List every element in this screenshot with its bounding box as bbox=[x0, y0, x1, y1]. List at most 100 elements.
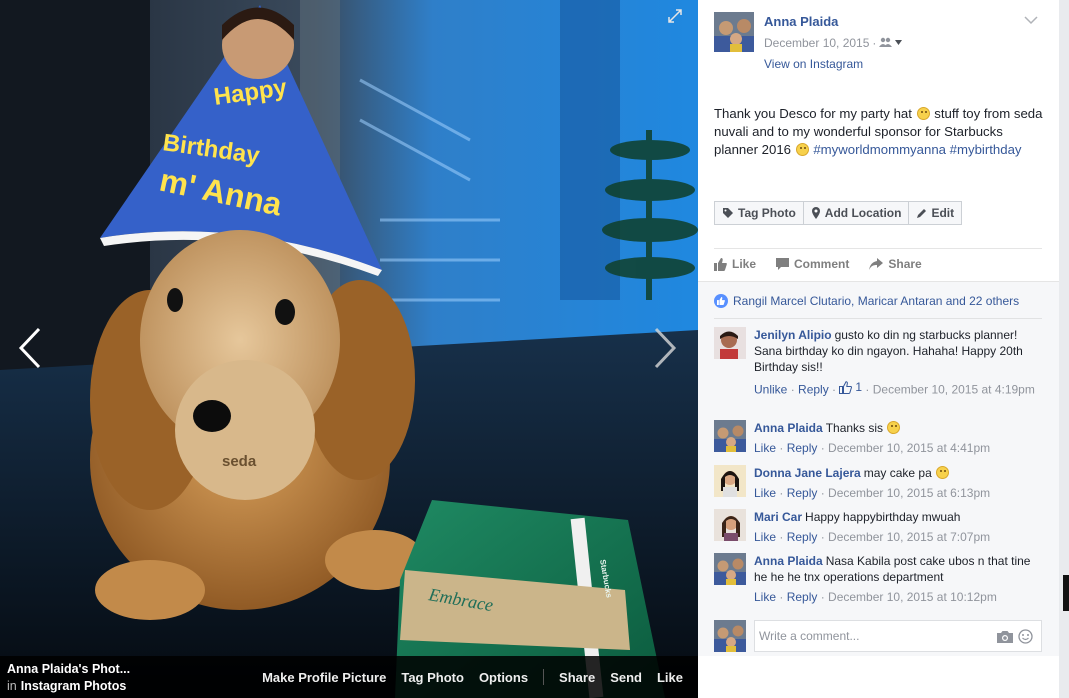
emoji-picker-icon[interactable] bbox=[1018, 629, 1033, 647]
likes-summary[interactable]: Rangil Marcel Clutario, Maricar Antaran … bbox=[714, 294, 1019, 308]
photo-action-bar: Anna Plaida's Phot... in Instagram Photos… bbox=[0, 656, 698, 698]
add-location-button[interactable]: Add Location bbox=[803, 201, 910, 225]
album-owner-title[interactable]: Anna Plaida's Phot... bbox=[7, 661, 130, 677]
comment-label: Comment bbox=[794, 257, 850, 271]
reply-link[interactable]: Reply bbox=[787, 441, 818, 455]
tag-photo-post-button[interactable]: Tag Photo bbox=[714, 201, 804, 225]
comment-meta: Like · Reply · December 10, 2015 at 10:1… bbox=[754, 590, 997, 604]
camera-icon[interactable] bbox=[997, 630, 1013, 646]
caption-part-1: Thank you Desco for my party hat bbox=[714, 106, 916, 121]
comment-time[interactable]: December 10, 2015 at 4:41pm bbox=[828, 441, 990, 455]
next-photo-arrow[interactable] bbox=[650, 325, 680, 371]
commenter-name[interactable]: Donna Jane Lajera bbox=[754, 466, 861, 480]
edit-post-button[interactable]: Edit bbox=[909, 201, 963, 225]
comment-meta: Like · Reply · December 10, 2015 at 7:07… bbox=[754, 530, 991, 544]
current-user-avatar bbox=[714, 620, 746, 652]
hashtag-link[interactable]: #mybirthday bbox=[950, 142, 1022, 157]
reply-link[interactable]: Reply bbox=[787, 486, 818, 500]
photo-viewer: Happy Birthday m' Anna seda Embrace Star… bbox=[0, 0, 698, 698]
comment-time[interactable]: December 10, 2015 at 4:19pm bbox=[873, 383, 1035, 397]
add-location-label: Add Location bbox=[824, 206, 902, 220]
author-avatar[interactable] bbox=[714, 12, 754, 52]
share-post-button[interactable]: Share bbox=[869, 257, 922, 271]
commenter-avatar[interactable] bbox=[714, 553, 746, 585]
comment-time[interactable]: December 10, 2015 at 6:13pm bbox=[828, 486, 990, 500]
commenter-avatar[interactable] bbox=[714, 509, 746, 541]
comment-body: Donna Jane Lajera may cake pa Like · Repl… bbox=[754, 465, 1040, 501]
commenter-avatar[interactable] bbox=[714, 420, 746, 452]
comment-body: Anna Plaida Thanks sis Like · Reply · Dec… bbox=[754, 420, 1040, 456]
like-comment-link[interactable]: Like bbox=[754, 486, 776, 500]
photo-actions: Make Profile Picture Tag Photo Options S… bbox=[247, 669, 683, 685]
share-label: Share bbox=[888, 257, 922, 271]
friends-privacy-icon[interactable] bbox=[879, 36, 903, 50]
fullscreen-icon[interactable] bbox=[668, 9, 684, 25]
comments-section: Rangil Marcel Clutario, Maricar Antaran … bbox=[698, 281, 1059, 656]
comment-meta: Like · Reply · December 10, 2015 at 6:13… bbox=[754, 486, 991, 500]
comment-composer bbox=[754, 620, 1042, 652]
divider bbox=[714, 248, 1042, 249]
comment-body: Anna Plaida Nasa Kabila post cake ubos n … bbox=[754, 553, 1040, 605]
bag-logo: seda bbox=[222, 453, 257, 470]
make-profile-picture-button[interactable]: Make Profile Picture bbox=[262, 670, 386, 685]
reply-link[interactable]: Reply bbox=[787, 530, 818, 544]
location-pin-icon bbox=[811, 207, 820, 219]
comment-time[interactable]: December 10, 2015 at 7:07pm bbox=[828, 530, 990, 544]
album-prefix: in bbox=[7, 679, 17, 693]
commenter-avatar[interactable] bbox=[714, 465, 746, 497]
reply-link[interactable]: Reply bbox=[798, 383, 829, 397]
smile-emoji-icon bbox=[887, 421, 901, 434]
thumbs-up-icon bbox=[714, 257, 727, 271]
hashtag-link[interactable]: #myworldmommyanna bbox=[813, 142, 946, 157]
meta-separator: · bbox=[872, 36, 877, 50]
share-button[interactable]: Share bbox=[559, 670, 595, 685]
post-caption: Thank you Desco for my party hat stuff t… bbox=[714, 105, 1044, 159]
commenter-name[interactable]: Mari Car bbox=[754, 510, 802, 524]
like-comment-link[interactable]: Like bbox=[754, 590, 776, 604]
like-post-button[interactable]: Like bbox=[714, 257, 756, 271]
commenter-name[interactable]: Anna Plaida bbox=[754, 554, 823, 568]
unlike-comment-link[interactable]: Unlike bbox=[754, 383, 787, 397]
smile-emoji-icon bbox=[795, 143, 809, 156]
comment-text: may cake pa bbox=[863, 466, 932, 480]
author-name[interactable]: Anna Plaida bbox=[764, 14, 838, 29]
like-badge-icon bbox=[714, 294, 728, 308]
likes-summary-text: Rangil Marcel Clutario, Maricar Antaran … bbox=[733, 294, 1020, 308]
chevron-down-icon[interactable] bbox=[1024, 14, 1038, 25]
like-button[interactable]: Like bbox=[657, 670, 683, 685]
comment-text: Happy happybirthday mwuah bbox=[805, 510, 961, 524]
post-meta: December 10, 2015 · bbox=[764, 36, 903, 50]
thumbs-up-icon bbox=[839, 380, 853, 394]
like-comment-link[interactable]: Like bbox=[754, 530, 776, 544]
smile-emoji-icon bbox=[936, 466, 950, 479]
comment-time[interactable]: December 10, 2015 at 10:12pm bbox=[828, 590, 997, 604]
comment-post-button[interactable]: Comment bbox=[776, 257, 849, 271]
commenter-name[interactable]: Jenilyn Alipio bbox=[754, 328, 832, 342]
view-on-instagram-link[interactable]: View on Instagram bbox=[764, 57, 863, 71]
comment-body: Jenilyn Alipio gusto ko din ng starbucks … bbox=[754, 327, 1040, 398]
tag-photo-button[interactable]: Tag Photo bbox=[401, 670, 464, 685]
comment-meta: Like · Reply · December 10, 2015 at 4:41… bbox=[754, 441, 991, 455]
action-divider bbox=[543, 669, 545, 685]
comment-input[interactable] bbox=[755, 621, 985, 651]
like-comment-link[interactable]: Like bbox=[754, 441, 776, 455]
pencil-icon bbox=[917, 208, 927, 218]
share-arrow-icon bbox=[869, 258, 884, 270]
like-label: Like bbox=[732, 257, 757, 271]
photo-image: Happy Birthday m' Anna seda Embrace Star… bbox=[0, 0, 698, 698]
album-link-line: in Instagram Photos bbox=[7, 678, 126, 694]
album-link[interactable]: Instagram Photos bbox=[21, 679, 127, 693]
send-button[interactable]: Send bbox=[610, 670, 642, 685]
commenter-name[interactable]: Anna Plaida bbox=[754, 421, 823, 435]
reply-link[interactable]: Reply bbox=[787, 590, 818, 604]
comment-like-count[interactable]: 1 bbox=[839, 379, 862, 395]
post-panel: Anna Plaida December 10, 2015 · View on … bbox=[698, 0, 1059, 698]
previous-photo-arrow[interactable] bbox=[15, 325, 45, 371]
edit-label: Edit bbox=[931, 206, 955, 220]
commenter-avatar[interactable] bbox=[714, 327, 746, 359]
divider bbox=[714, 318, 1042, 319]
tag-icon bbox=[723, 208, 733, 218]
scrollbar-thumb[interactable] bbox=[1063, 575, 1069, 611]
options-button[interactable]: Options bbox=[479, 670, 528, 685]
post-date[interactable]: December 10, 2015 bbox=[764, 36, 869, 50]
